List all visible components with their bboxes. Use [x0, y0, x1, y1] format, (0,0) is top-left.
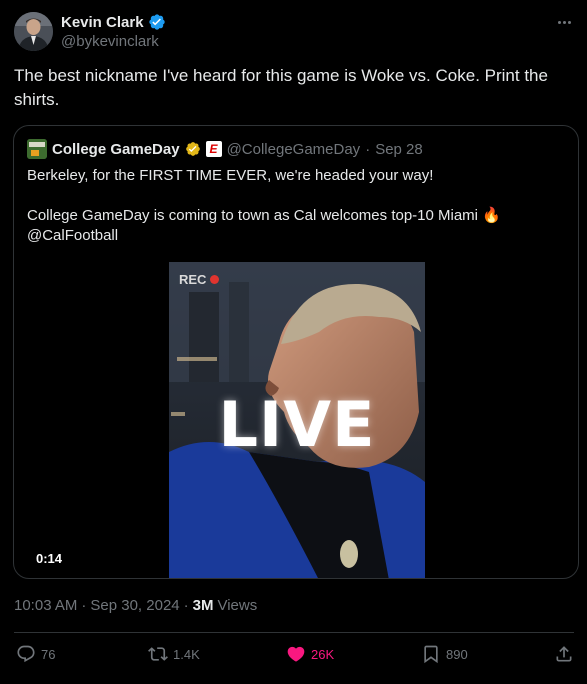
like-button[interactable]: 26K	[286, 644, 334, 664]
espn-icon[interactable]: E	[205, 141, 222, 157]
reply-icon	[17, 645, 35, 663]
video-duration: 0:14	[32, 550, 67, 567]
divider	[14, 632, 574, 633]
quoted-handle[interactable]: @CollegeGameDay	[227, 141, 361, 158]
like-count: 26K	[311, 646, 335, 662]
tweet-time[interactable]: 10:03 AM	[14, 597, 77, 614]
rec-indicator: REC	[179, 272, 220, 287]
like-icon	[287, 646, 305, 662]
repost-button[interactable]: 1.4K	[148, 644, 200, 664]
bookmark-icon	[424, 645, 438, 664]
gold-verified-icon[interactable]	[185, 141, 201, 157]
tweet-meta: 10:03 AM · Sep 30, 2024 · 3M Views	[14, 597, 257, 614]
views-label: Views	[217, 597, 258, 614]
verified-badge-icon[interactable]	[148, 13, 166, 31]
quoted-tweet[interactable]: College GameDay E @CollegeGameDay · Sep …	[13, 125, 579, 579]
quoted-line-3[interactable]: @CalFootball	[27, 226, 567, 246]
share-icon	[556, 646, 572, 662]
quoted-text: Berkeley, for the FIRST TIME EVER, we're…	[27, 166, 567, 246]
repost-icon	[148, 647, 168, 661]
avatar[interactable]	[14, 12, 53, 51]
author-display-name[interactable]: Kevin Clark	[61, 14, 144, 31]
meta-separator: ·	[81, 597, 87, 614]
quoted-separator: ·	[365, 140, 371, 158]
reply-count: 76	[41, 646, 56, 662]
quoted-line-1: Berkeley, for the FIRST TIME EVER, we're…	[27, 167, 434, 184]
video-player[interactable]: REC LIVE	[169, 262, 425, 578]
author-handle[interactable]: @bykevinclark	[61, 33, 159, 50]
bookmark-count: 890	[446, 646, 468, 662]
reply-button[interactable]: 76	[16, 644, 55, 664]
tweet-header: Kevin Clark @bykevinclark	[14, 12, 574, 52]
meta-separator-2: ·	[183, 597, 189, 614]
quoted-display-name[interactable]: College GameDay	[52, 141, 180, 158]
views-count[interactable]: 3M	[193, 597, 214, 614]
quoted-date[interactable]: Sep 28	[375, 141, 423, 158]
action-bar: 76 1.4K 26K 890	[14, 644, 574, 668]
quoted-header: College GameDay E @CollegeGameDay · Sep …	[27, 139, 423, 159]
rec-dot-icon	[210, 275, 220, 284]
quoted-line-2: College GameDay is coming to town as Cal…	[27, 207, 501, 224]
live-overlay-text: LIVE	[218, 388, 376, 461]
more-icon[interactable]	[554, 12, 574, 32]
tweet-date[interactable]: Sep 30, 2024	[90, 597, 179, 614]
tweet-text: The best nickname I've heard for this ga…	[14, 66, 548, 109]
quoted-avatar[interactable]	[27, 139, 47, 159]
repost-count: 1.4K	[173, 646, 200, 662]
author-name-row: Kevin Clark	[61, 12, 166, 32]
bookmark-button[interactable]: 890	[421, 644, 468, 664]
rec-label: REC	[179, 272, 207, 287]
share-button[interactable]	[554, 644, 574, 664]
